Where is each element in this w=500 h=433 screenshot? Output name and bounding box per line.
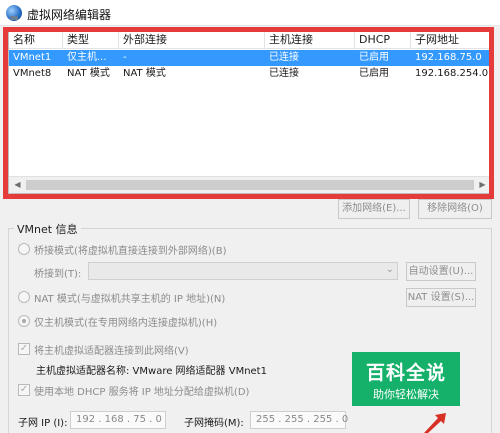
dhcp-label: 使用本地 DHCP 服务将 IP 地址分配给虚拟机(D) xyxy=(34,387,250,398)
column-header-external[interactable]: 外部连接 xyxy=(119,31,265,49)
bridged-mode-label: 桥接模式(将虚拟机直接连接到外部网络)(B) xyxy=(34,246,227,257)
subnet-ip-field[interactable]: 192 . 168 . 75 . 0 xyxy=(70,411,166,429)
host-only-mode-radio[interactable] xyxy=(18,315,30,327)
adapter-name-label: 主机虚拟适配器名称: VMware 网络适配器 VMnet1 xyxy=(36,366,267,377)
scroll-right-icon[interactable]: ▶ xyxy=(474,177,491,193)
window-title: 虚拟网络编辑器 xyxy=(27,8,112,22)
column-header-type[interactable]: 类型 xyxy=(63,31,119,49)
list-header: 名称 类型 外部连接 主机连接 DHCP 子网地址 xyxy=(9,31,491,49)
cell-dhcp: 已启用 xyxy=(359,68,389,79)
vmnet-info-title: VMnet 信息 xyxy=(14,221,81,237)
nat-mode-label: NAT 模式(与虚拟机共享主机的 IP 地址)(N) xyxy=(34,294,226,305)
cell-host: 已连接 xyxy=(269,52,299,63)
table-row-vmnet1[interactable]: VMnet1 仅主机... - 已连接 已启用 192.168.75.0 xyxy=(9,50,491,66)
cell-dhcp: 已启用 xyxy=(359,52,389,63)
horizontal-scrollbar[interactable]: ◀ ▶ xyxy=(9,176,491,193)
watermark-logo: 百科全说 助你轻松解决 xyxy=(352,352,460,406)
auto-settings-button[interactable]: 自动设置(U)... xyxy=(406,262,476,281)
bridged-mode-radio[interactable] xyxy=(18,243,30,255)
red-arrow-icon xyxy=(424,413,446,433)
remove-network-button[interactable]: 移除网络(O) xyxy=(418,199,492,219)
cell-subnet: 192.168.254.0 xyxy=(415,68,489,79)
dhcp-checkbox[interactable]: ✓ xyxy=(18,384,30,396)
scroll-left-icon[interactable]: ◀ xyxy=(9,177,26,193)
table-row-vmnet8[interactable]: VMnet8 NAT 模式 NAT 模式 已连接 已启用 192.168.254… xyxy=(9,66,491,82)
cell-type: NAT 模式 xyxy=(67,68,110,79)
nat-mode-radio[interactable] xyxy=(18,291,30,303)
network-list[interactable]: 名称 类型 外部连接 主机连接 DHCP 子网地址 VMnet1 仅主机... … xyxy=(8,30,492,194)
cell-type: 仅主机... xyxy=(67,52,107,63)
column-header-name[interactable]: 名称 xyxy=(9,31,63,49)
bridged-to-label: 桥接到(T): xyxy=(34,269,82,280)
cell-host: 已连接 xyxy=(269,68,299,79)
scrollbar-thumb[interactable] xyxy=(26,180,474,190)
column-header-subnet[interactable]: 子网地址 xyxy=(411,31,491,49)
cell-external: - xyxy=(123,52,127,63)
nat-settings-button[interactable]: NAT 设置(S)... xyxy=(406,288,476,307)
title-bar: 虚拟网络编辑器 xyxy=(0,0,500,26)
add-network-button[interactable]: 添加网络(E)... xyxy=(338,199,410,219)
bridged-to-select[interactable]: ⌄ xyxy=(88,262,398,280)
watermark-subtitle: 助你轻松解决 xyxy=(373,388,439,401)
network-globe-icon xyxy=(6,5,22,21)
cell-name: VMnet1 xyxy=(13,52,52,63)
host-only-mode-label: 仅主机模式(在专用网络内连接虚拟机)(H) xyxy=(34,318,218,329)
connect-adapter-checkbox[interactable]: ✓ xyxy=(18,343,30,355)
column-header-host[interactable]: 主机连接 xyxy=(265,31,355,49)
column-header-dhcp[interactable]: DHCP xyxy=(355,31,411,49)
connect-adapter-label: 将主机虚拟适配器连接到此网络(V) xyxy=(34,346,189,357)
cell-external: NAT 模式 xyxy=(123,68,166,79)
watermark-title: 百科全说 xyxy=(365,362,446,384)
cell-name: VMnet8 xyxy=(13,68,52,79)
cell-subnet: 192.168.75.0 xyxy=(415,52,482,63)
subnet-mask-label: 子网掩码(M): xyxy=(184,418,244,429)
subnet-ip-label: 子网 IP (I): xyxy=(18,418,68,429)
subnet-mask-field[interactable]: 255 . 255 . 255 . 0 xyxy=(250,411,348,429)
chevron-down-icon: ⌄ xyxy=(385,264,394,275)
